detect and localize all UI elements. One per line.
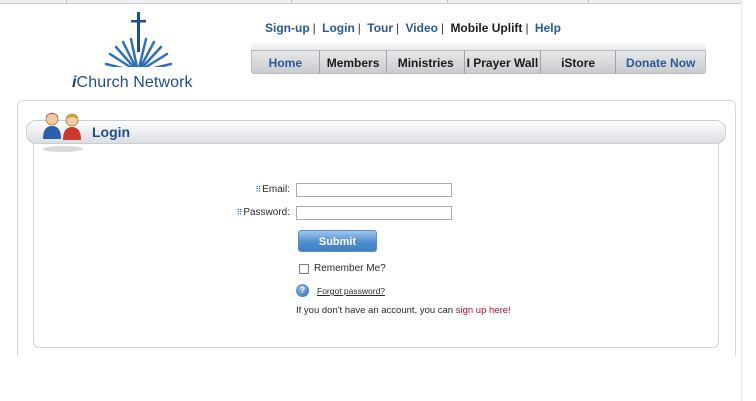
nav-tab-donate-now[interactable]: Donate Now — [616, 51, 705, 73]
email-label-text: Email: — [262, 184, 290, 195]
separator: | — [440, 21, 445, 35]
nav-tabs: Home Members Ministries I Prayer Wall iS… — [251, 50, 706, 74]
signup-link[interactable]: Sign-up — [265, 21, 310, 35]
nav-tab-istore[interactable]: iStore — [541, 51, 617, 73]
forgot-password-link[interactable]: Forgot password? — [317, 286, 385, 296]
video-link[interactable]: Video — [406, 21, 438, 35]
password-label: ⠿ Password: — [220, 207, 290, 218]
login-link[interactable]: Login — [322, 21, 355, 35]
browser-tab[interactable] — [0, 0, 67, 3]
right-edge — [741, 0, 756, 401]
tour-link[interactable]: Tour — [367, 21, 393, 35]
nav-tab-members[interactable]: Members — [320, 51, 388, 73]
email-label: ⠿ Email: — [230, 184, 290, 195]
remember-me-checkbox[interactable] — [299, 264, 309, 274]
browser-tab-strip — [0, 0, 756, 4]
page-title: Login — [92, 124, 131, 140]
nav-tab-prayer-wall[interactable]: I Prayer Wall — [465, 51, 541, 73]
top-links: Sign-up | Login | Tour | Video | Mobile Upli… — [265, 21, 561, 35]
password-field[interactable] — [296, 206, 452, 220]
help-link[interactable]: Help — [535, 21, 561, 35]
no-account-prefix: If you don't have an account, you can — [296, 305, 456, 316]
submit-button[interactable]: Submit — [298, 230, 377, 252]
main-nav: Home Members Ministries I Prayer Wall iS… — [251, 40, 706, 74]
users-icon — [43, 112, 83, 152]
browser-tab[interactable] — [292, 0, 448, 3]
logo-text[interactable]: iChurch Network — [72, 74, 193, 92]
no-account-text: If you don't have an account, you can si… — [296, 305, 511, 316]
email-field[interactable] — [296, 183, 452, 197]
bullet-icon: ⠿ — [236, 208, 242, 217]
remember-me-label: Remember Me? — [314, 263, 386, 274]
separator: | — [312, 21, 316, 35]
separator: | — [525, 21, 529, 35]
browser-tab[interactable] — [66, 0, 292, 3]
separator: | — [357, 21, 361, 35]
sign-up-here-link[interactable]: sign up here! — [456, 305, 511, 316]
password-label-text: Password: — [243, 207, 290, 218]
bullet-icon: ⠿ — [255, 185, 261, 194]
mobile-uplift-link[interactable]: Mobile Uplift — [450, 21, 522, 35]
nav-tab-home[interactable]: Home — [252, 51, 320, 73]
help-icon: ? — [296, 284, 309, 297]
browser-tab[interactable] — [448, 0, 589, 3]
login-header-bar — [26, 120, 726, 144]
separator: | — [396, 21, 400, 35]
nav-shade — [251, 40, 706, 50]
logo-name: Church Network — [76, 74, 193, 91]
nav-tab-ministries[interactable]: Ministries — [387, 51, 466, 73]
